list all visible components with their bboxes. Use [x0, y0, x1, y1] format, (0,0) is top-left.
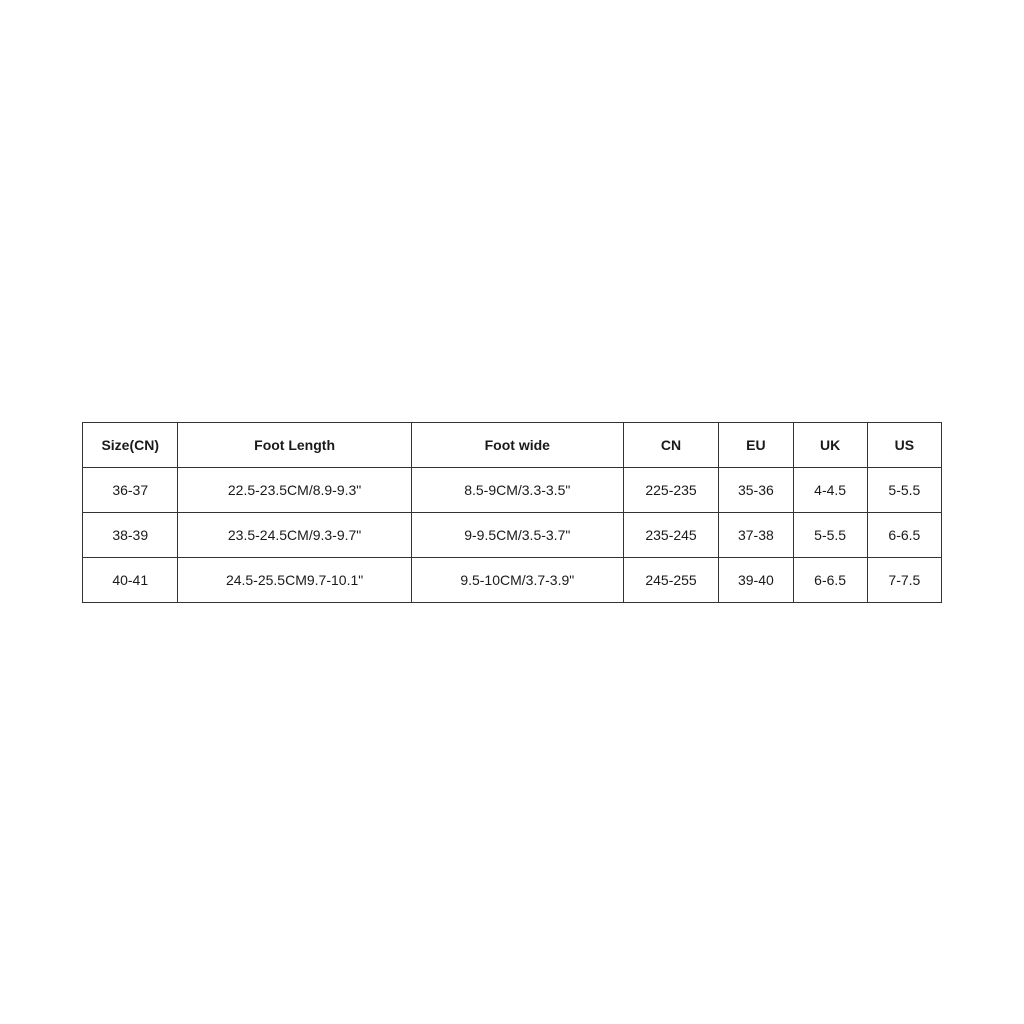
table-row: 36-3722.5-23.5CM/8.9-9.3"8.5-9CM/3.3-3.5…: [83, 467, 942, 512]
cell-foot-wide: 9-9.5CM/3.5-3.7": [411, 512, 623, 557]
size-chart-container: Size(CN) Foot Length Foot wide CN EU UK …: [82, 422, 942, 603]
cell-foot-wide: 8.5-9CM/3.3-3.5": [411, 467, 623, 512]
cell-cn: 225-235: [623, 467, 718, 512]
cell-us: 6-6.5: [867, 512, 941, 557]
cell-eu: 39-40: [719, 557, 793, 602]
header-foot-wide: Foot wide: [411, 422, 623, 467]
header-us: US: [867, 422, 941, 467]
cell-uk: 4-4.5: [793, 467, 867, 512]
table-row: 40-4124.5-25.5CM9.7-10.1"9.5-10CM/3.7-3.…: [83, 557, 942, 602]
cell-us: 7-7.5: [867, 557, 941, 602]
cell-foot-length: 23.5-24.5CM/9.3-9.7": [178, 512, 411, 557]
cell-cn: 245-255: [623, 557, 718, 602]
cell-cn: 235-245: [623, 512, 718, 557]
header-foot-length: Foot Length: [178, 422, 411, 467]
header-uk: UK: [793, 422, 867, 467]
table-row: 38-3923.5-24.5CM/9.3-9.7"9-9.5CM/3.5-3.7…: [83, 512, 942, 557]
table-header-row: Size(CN) Foot Length Foot wide CN EU UK …: [83, 422, 942, 467]
cell-uk: 6-6.5: [793, 557, 867, 602]
cell-eu: 37-38: [719, 512, 793, 557]
cell-eu: 35-36: [719, 467, 793, 512]
header-eu: EU: [719, 422, 793, 467]
cell-size-cn: 36-37: [83, 467, 178, 512]
size-chart-table: Size(CN) Foot Length Foot wide CN EU UK …: [82, 422, 942, 603]
cell-size-cn: 40-41: [83, 557, 178, 602]
cell-foot-wide: 9.5-10CM/3.7-3.9": [411, 557, 623, 602]
cell-us: 5-5.5: [867, 467, 941, 512]
header-size-cn: Size(CN): [83, 422, 178, 467]
cell-uk: 5-5.5: [793, 512, 867, 557]
cell-foot-length: 22.5-23.5CM/8.9-9.3": [178, 467, 411, 512]
cell-foot-length: 24.5-25.5CM9.7-10.1": [178, 557, 411, 602]
header-cn: CN: [623, 422, 718, 467]
cell-size-cn: 38-39: [83, 512, 178, 557]
